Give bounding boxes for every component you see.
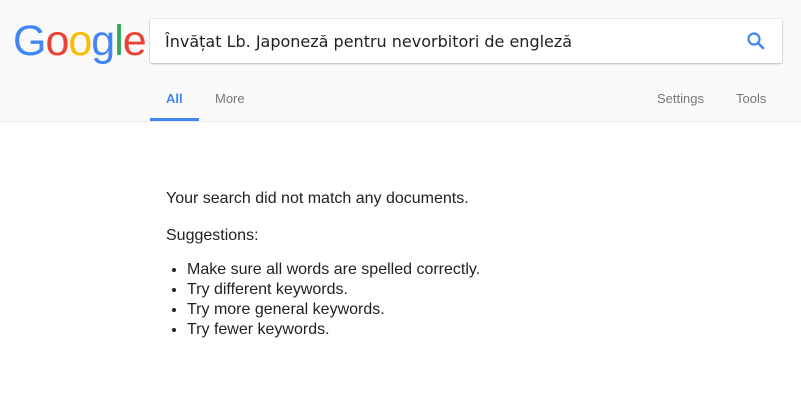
search-button[interactable] [744,29,768,53]
suggestion-item: Try different keywords. [187,280,726,300]
logo-letter: e [122,17,147,65]
results-area: Your search did not match any documents.… [166,189,726,340]
search-tabs: All More Settings Tools [0,80,801,121]
search-input[interactable] [150,19,720,63]
search-box [150,19,782,63]
tab-tools[interactable]: Tools [736,91,766,106]
logo-letter: o [68,17,92,65]
logo-letter: g [91,17,115,65]
suggestion-item: Make sure all words are spelled correctl… [187,260,726,280]
tab-settings[interactable]: Settings [657,91,704,106]
google-logo[interactable]: Google [13,17,147,65]
no-match-message: Your search did not match any documents. [166,190,469,207]
logo-letter: G [13,17,46,65]
tab-all[interactable]: All [166,91,183,106]
logo-letter: l [114,17,124,65]
active-tab-indicator [150,118,199,121]
logo-letter: o [45,17,69,65]
header: Google All More Settings Tools [0,0,801,122]
suggestions-title: Suggestions: [166,227,259,244]
suggestion-item: Try fewer keywords. [187,320,726,340]
search-icon [747,32,765,50]
suggestion-item: Try more general keywords. [187,300,726,320]
tab-more[interactable]: More [215,91,245,106]
suggestions-list: Make sure all words are spelled correctl… [166,260,726,340]
